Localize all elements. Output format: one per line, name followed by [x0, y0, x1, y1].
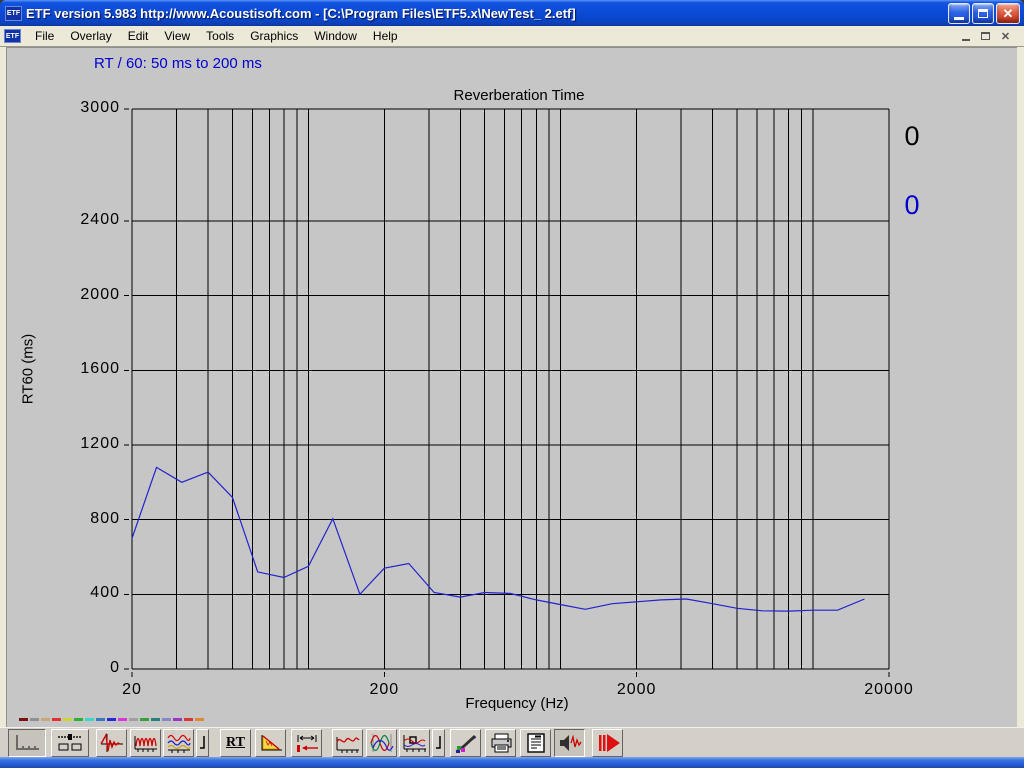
menu-overlay[interactable]: Overlay	[62, 27, 119, 45]
x-tick-label: 20	[92, 681, 172, 699]
span-icon	[294, 732, 320, 754]
y-tick-label: 3000	[36, 99, 120, 117]
overlay-color-dash	[107, 718, 116, 721]
menu-view[interactable]: View	[156, 27, 198, 45]
slider-icon	[55, 732, 85, 754]
decay-icon	[258, 732, 284, 754]
legend-marker-black: 0	[900, 121, 924, 151]
corner-icon	[434, 732, 444, 754]
toolbar-button-gain-settings[interactable]	[51, 729, 89, 757]
toolbar: RT	[0, 727, 1024, 757]
y-tick-label: 400	[36, 584, 120, 602]
overlay-color-dash	[184, 718, 193, 721]
mdi-close-icon: ✕	[1001, 30, 1010, 43]
menu-bar: ETF File Overlay Edit View Tools Graphic…	[0, 26, 1024, 47]
legend-marker-blue: 0	[900, 190, 924, 220]
mdi-close-button[interactable]: ✕	[997, 28, 1014, 44]
close-icon: ✕	[1003, 6, 1014, 22]
overlay-color-dash	[85, 718, 94, 721]
toolbar-button-run-measurement[interactable]	[592, 729, 623, 757]
mdi-restore-icon	[981, 32, 990, 40]
print-icon	[488, 732, 514, 754]
toolbar-button-axes-setup[interactable]	[8, 729, 46, 757]
y-tick-label: 0	[36, 659, 120, 677]
menu-help[interactable]: Help	[365, 27, 406, 45]
impulse-icon	[99, 732, 125, 754]
overlay-color-dash	[162, 718, 171, 721]
toolbar-button-reverberation-time[interactable]: RT	[220, 729, 251, 757]
toolbar-button-energy-time-curve[interactable]	[130, 729, 161, 757]
overlay-color-dash	[140, 718, 149, 721]
rt60-chart-plot	[6, 47, 1017, 727]
restore-button[interactable]	[972, 3, 994, 24]
spkwave-icon	[557, 732, 583, 754]
axes-icon	[12, 732, 42, 754]
overlay-color-dash	[41, 718, 50, 721]
mdi-minimize-icon	[962, 39, 970, 41]
menu-tools[interactable]: Tools	[198, 27, 242, 45]
y-tick-label: 2400	[36, 211, 120, 229]
rt-button-label: RT	[226, 735, 245, 751]
toolbar-button-frequency-response[interactable]	[332, 729, 363, 757]
freqresp-icon	[335, 732, 361, 754]
overlay-color-dash	[30, 718, 39, 721]
report-icon	[523, 732, 549, 754]
corner-icon	[198, 732, 208, 754]
x-tick-label: 2000	[597, 681, 677, 699]
overlay-color-dash	[195, 718, 204, 721]
menu-file[interactable]: File	[27, 27, 62, 45]
toolbar-button-corner-marker-1[interactable]	[196, 729, 209, 757]
y-tick-label: 1200	[36, 435, 120, 453]
mdi-restore-button[interactable]	[977, 28, 994, 44]
y-tick-label: 800	[36, 510, 120, 528]
overlay-color-dash	[74, 718, 83, 721]
phase-icon	[369, 732, 395, 754]
restore-icon	[978, 9, 988, 18]
toolbar-button-waterfall-decay[interactable]	[255, 729, 286, 757]
toolbar-button-edit-graph[interactable]	[450, 729, 481, 757]
app-icon: ETF	[5, 6, 22, 21]
edit-icon	[453, 732, 479, 754]
close-button[interactable]: ✕	[996, 3, 1020, 24]
toolbar-button-play-signal[interactable]	[554, 729, 585, 757]
toolbar-button-speaker-measurement[interactable]	[399, 729, 430, 757]
spkchart-icon	[402, 732, 428, 754]
overlay-color-dash	[173, 718, 182, 721]
x-tick-label: 20000	[849, 681, 929, 699]
toolbar-button-corner-marker-2[interactable]	[432, 729, 445, 757]
document-icon[interactable]: ETF	[4, 29, 21, 43]
overlay-color-dash	[19, 718, 28, 721]
overlay-color-dash	[63, 718, 72, 721]
toolbar-button-report[interactable]	[520, 729, 551, 757]
window-controls: ✕	[948, 3, 1020, 24]
toolbar-button-time-window[interactable]	[291, 729, 322, 757]
menu-window[interactable]: Window	[306, 27, 365, 45]
chart-client-area: RT / 60: 50 ms to 200 ms Reverberation T…	[6, 47, 1017, 727]
mdi-window-controls: ✕	[957, 28, 1014, 44]
menu-graphics[interactable]: Graphics	[242, 27, 306, 45]
overlay-color-strip	[19, 718, 204, 721]
minimize-button[interactable]	[948, 3, 970, 24]
title-bar: ETF ETF version 5.983 http://www.Acousti…	[0, 0, 1024, 26]
toolbar-button-print[interactable]	[485, 729, 516, 757]
toolbar-button-impulse-response[interactable]	[96, 729, 127, 757]
taskbar-edge	[0, 757, 1024, 768]
x-tick-label: 200	[344, 681, 424, 699]
wavetrain-icon	[133, 732, 159, 754]
y-tick-label: 1600	[36, 360, 120, 378]
overlay-color-dash	[52, 718, 61, 721]
y-tick-label: 2000	[36, 286, 120, 304]
overlay-color-dash	[151, 718, 160, 721]
mdi-minimize-button[interactable]	[957, 28, 974, 44]
overlay-color-dash	[129, 718, 138, 721]
overlay-icon	[166, 732, 192, 754]
menu-edit[interactable]: Edit	[120, 27, 157, 45]
toolbar-button-overlay-curves[interactable]	[163, 729, 194, 757]
window-title: ETF version 5.983 http://www.Acoustisoft…	[26, 6, 576, 21]
overlay-color-dash	[118, 718, 127, 721]
minimize-icon	[954, 17, 964, 20]
toolbar-button-phase-response[interactable]	[366, 729, 397, 757]
play-icon	[595, 732, 621, 754]
overlay-color-dash	[96, 718, 105, 721]
